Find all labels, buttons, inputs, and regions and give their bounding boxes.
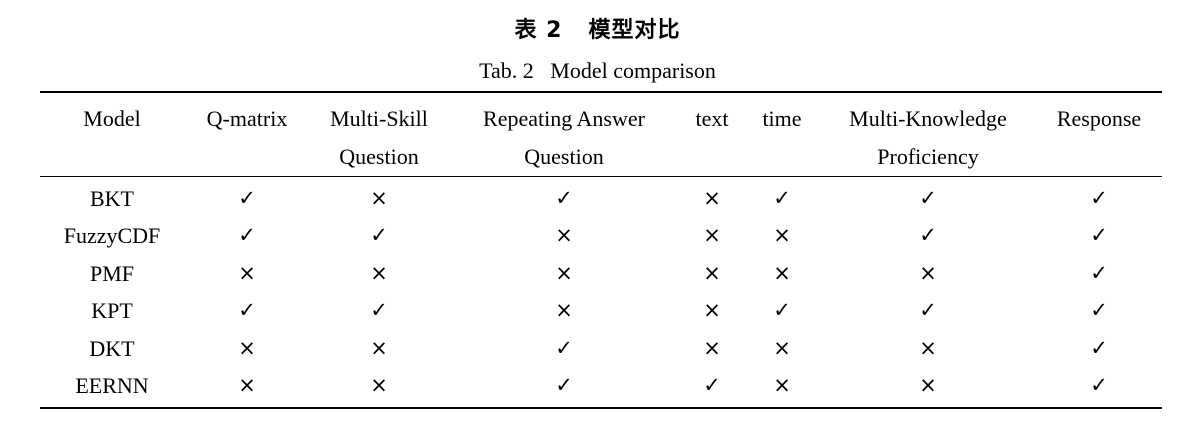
mark-cell: × bbox=[773, 373, 791, 398]
mark-cell: ✓ bbox=[1090, 223, 1108, 248]
mark-cell: × bbox=[773, 335, 791, 360]
header-label: Multi-Skill bbox=[330, 106, 428, 131]
table-row: FuzzyCDF ✓ ✓ × × × ✓ ✓ bbox=[40, 217, 1162, 255]
mark-cell: ✓ bbox=[238, 186, 256, 210]
mark-cell: ✓ bbox=[773, 298, 791, 323]
mark-cell: × bbox=[370, 260, 388, 285]
header-cell-multi-skill: Multi-Skill Question bbox=[310, 100, 448, 176]
mark-cell: × bbox=[919, 260, 937, 285]
mark-cell: ✓ bbox=[555, 186, 573, 210]
header-label: Response bbox=[1056, 106, 1142, 131]
mark-cell: ✓ bbox=[238, 223, 256, 248]
mark-cell: ✓ bbox=[1090, 186, 1108, 210]
mark-cell: × bbox=[919, 373, 937, 398]
mark-cell: ✓ bbox=[773, 186, 791, 210]
mark-cell: ✓ bbox=[370, 223, 388, 248]
mark-cell: × bbox=[370, 335, 388, 360]
mark-cell: ✓ bbox=[1090, 298, 1108, 323]
model-name-cell: DKT bbox=[89, 335, 135, 361]
header-label: time bbox=[762, 106, 802, 131]
header-cell-text: text bbox=[680, 100, 744, 176]
mark-cell: × bbox=[703, 298, 721, 323]
mark-cell: × bbox=[238, 373, 256, 398]
mark-cell: ✓ bbox=[1090, 260, 1108, 285]
mark-cell: × bbox=[555, 260, 573, 285]
mark-cell: × bbox=[773, 223, 791, 248]
mark-cell: ✓ bbox=[1090, 373, 1108, 398]
model-name-cell: PMF bbox=[89, 260, 135, 286]
table-row: DKT × × ✓ × × × ✓ bbox=[40, 330, 1162, 368]
header-cell-repeating-answer: Repeating Answer Question bbox=[448, 100, 680, 176]
header-label: Proficiency bbox=[877, 144, 979, 169]
header-cell-time: time bbox=[744, 100, 820, 176]
table-caption-cn: 表 2 模型对比 bbox=[514, 18, 681, 43]
mark-cell: × bbox=[703, 260, 721, 285]
table-row: BKT ✓ × ✓ × ✓ ✓ ✓ bbox=[40, 176, 1162, 217]
header-label: text bbox=[695, 106, 729, 131]
mark-cell: × bbox=[703, 186, 721, 210]
mark-cell: × bbox=[703, 223, 721, 248]
mark-cell: ✓ bbox=[370, 298, 388, 323]
mark-cell: × bbox=[555, 223, 573, 248]
header-row: Model Q-matrix Multi-Skill Question Repea… bbox=[40, 100, 1162, 176]
bottom-rule bbox=[40, 407, 1162, 409]
table-row: PMF × × × × × × ✓ bbox=[40, 255, 1162, 293]
table-caption-en: Tab. 2 Model comparison bbox=[479, 58, 716, 83]
mark-cell: × bbox=[919, 335, 937, 360]
mark-cell: × bbox=[238, 260, 256, 285]
mark-cell: ✓ bbox=[555, 373, 573, 398]
mark-cell: ✓ bbox=[1090, 335, 1108, 360]
mark-cell: ✓ bbox=[703, 373, 721, 398]
table-row: KPT ✓ ✓ × × ✓ ✓ ✓ bbox=[40, 292, 1162, 330]
header-cell-response: Response bbox=[1036, 100, 1162, 176]
mark-cell: × bbox=[555, 298, 573, 323]
mark-cell: × bbox=[370, 373, 388, 398]
header-cell-model: Model bbox=[40, 100, 184, 176]
mark-cell: ✓ bbox=[919, 298, 937, 323]
mark-cell: ✓ bbox=[238, 298, 256, 323]
model-name-cell: EERNN bbox=[75, 373, 149, 399]
header-label: Repeating Answer bbox=[483, 106, 645, 131]
header-cell-q-matrix: Q-matrix bbox=[184, 100, 310, 176]
model-name-cell: FuzzyCDF bbox=[63, 223, 161, 249]
mark-cell: ✓ bbox=[555, 335, 573, 360]
top-rule bbox=[40, 91, 1162, 93]
model-name-cell: BKT bbox=[90, 186, 134, 211]
table-row: EERNN × × ✓ ✓ × × ✓ bbox=[40, 367, 1162, 405]
header-label: Question bbox=[524, 144, 604, 169]
mark-cell: × bbox=[238, 335, 256, 360]
header-label: Q-matrix bbox=[206, 106, 288, 131]
mark-cell: ✓ bbox=[919, 186, 937, 210]
mark-cell: × bbox=[773, 260, 791, 285]
model-name-cell: KPT bbox=[91, 298, 133, 324]
header-label: Model bbox=[83, 106, 141, 131]
header-label: Multi-Knowledge bbox=[849, 106, 1007, 131]
mark-cell: ✓ bbox=[919, 223, 937, 248]
model-comparison-table: Model Q-matrix Multi-Skill Question Repea… bbox=[40, 100, 1162, 405]
header-cell-multi-knowledge: Multi-Knowledge Proficiency bbox=[820, 100, 1036, 176]
header-label: Question bbox=[339, 144, 419, 169]
mark-cell: × bbox=[370, 186, 388, 210]
mark-cell: × bbox=[703, 335, 721, 360]
